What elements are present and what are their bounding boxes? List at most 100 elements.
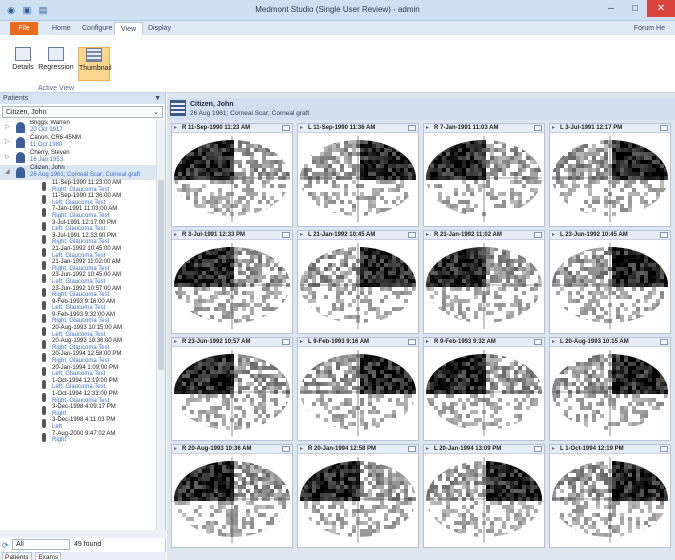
exam-row[interactable]: 3-Jul-1991 12:33:00 PM Right; Glaucoma Te… xyxy=(0,233,156,246)
thumbnail-header: R 3-Jul-1991 12:33 PM xyxy=(172,231,292,240)
expand-icon[interactable]: ▷ xyxy=(5,124,10,131)
thumbnail-options-icon[interactable] xyxy=(408,125,416,131)
patient-tree: ▷ Briggs, Warren 20 Oct 1917 ▷ Canon, CR6-45… xyxy=(0,120,156,530)
regression-button[interactable]: Regression xyxy=(38,47,74,81)
details-button[interactable]: Details xyxy=(8,47,38,81)
tab-home[interactable]: Home xyxy=(46,22,77,35)
exam-description: Left; Glaucoma Test xyxy=(52,371,106,378)
exam-icon xyxy=(42,366,46,376)
visual-field-thumbnail[interactable]: R 20-Aug-1993 10:36 AM xyxy=(171,444,293,548)
tab-exams[interactable]: Exams xyxy=(35,552,62,560)
tab-configure[interactable]: Configure xyxy=(76,22,118,35)
tab-view[interactable]: View xyxy=(114,22,144,35)
forum-link[interactable]: Forum He xyxy=(628,22,671,35)
exam-row[interactable]: 20-Aug-1993 10:36:00 AM Right; Glaucoma T… xyxy=(0,338,156,351)
thumbnail-options-icon[interactable] xyxy=(282,125,290,131)
visual-field-plot xyxy=(552,457,668,543)
exam-row[interactable]: 1-Oct-1994 12:33:00 PM Right; Glaucoma Te… xyxy=(0,391,156,404)
thumbnail-options-icon[interactable] xyxy=(660,125,668,131)
patient-search-select[interactable]: Citizen, John ⌄ xyxy=(2,106,163,118)
maximize-button[interactable]: □ xyxy=(623,0,647,17)
exam-row[interactable]: 20-Aug-1993 10:15:00 AM Left; Glaucoma Te… xyxy=(0,325,156,338)
visual-field-thumbnail[interactable]: R 20-Jan-1994 12:58 PM xyxy=(297,444,419,548)
thumbnail-button[interactable]: Thumbnail xyxy=(78,47,112,81)
patient-row[interactable]: ▷ Cherry, Steven 16 Jan 1953 xyxy=(0,150,156,165)
thumbnail-options-icon[interactable] xyxy=(534,339,542,345)
visual-field-thumbnail[interactable]: R 3-Jul-1991 12:33 PM xyxy=(171,230,293,334)
thumbnail-options-icon[interactable] xyxy=(660,232,668,238)
exam-row[interactable]: 21-Jan-1992 10:45:00 AM Left; Glaucoma Te… xyxy=(0,246,156,259)
exam-row[interactable]: 1-Oct-1994 12:19:00 PM Left; Glaucoma Tes… xyxy=(0,378,156,391)
filter-select[interactable]: All xyxy=(12,539,70,550)
thumbnail-label: R 20-Aug-1993 10:36 AM xyxy=(182,446,252,452)
exam-row[interactable]: 21-Jan-1992 11:02:00 AM Right; Glaucoma T… xyxy=(0,259,156,272)
exam-row[interactable]: 23-Jun-1992 10:45:00 AM Left; Glaucoma Te… xyxy=(0,272,156,285)
thumbnail-options-icon[interactable] xyxy=(282,339,290,345)
visual-field-thumbnail[interactable]: R 7-Jan-1991 11:03 AM xyxy=(423,123,545,227)
thumbnail-options-icon[interactable] xyxy=(534,446,542,452)
thumbnail-options-icon[interactable] xyxy=(534,125,542,131)
exam-row[interactable]: 3-Jul-1991 12:17:00 PM Left; Glaucoma Tes… xyxy=(0,220,156,233)
visual-field-plot xyxy=(426,457,542,543)
pin-icon[interactable]: ▼ xyxy=(154,93,161,104)
exam-row[interactable]: 7-Jan-1991 11:03:00 AM Right; Glaucoma Te… xyxy=(0,206,156,219)
visual-field-thumbnail[interactable]: L 3-Jul-1991 12:17 PM xyxy=(549,123,671,227)
thumbnail-options-icon[interactable] xyxy=(282,232,290,238)
exam-datetime: 9-Feb-1993 9:32:00 AM xyxy=(52,311,116,318)
exam-row[interactable]: 7-Aug-2000 9:47:02 AM Right xyxy=(0,431,156,444)
thumbnail-options-icon[interactable] xyxy=(660,446,668,452)
thumbnail-options-icon[interactable] xyxy=(408,232,416,238)
patient-tree-scrollbar[interactable] xyxy=(156,120,165,530)
visual-field-thumbnail[interactable]: L 23-Jun-1992 10:45 AM xyxy=(549,230,671,334)
exam-row[interactable]: 20-Jan-1994 1:09:00 PM Left; Glaucoma Tes… xyxy=(0,365,156,378)
exam-row[interactable]: 11-Sep-1990 11:23:00 AM Right; Glaucoma T… xyxy=(0,180,156,193)
visual-field-thumbnail[interactable]: R 11-Sep-1990 11:23 AM xyxy=(171,123,293,227)
visual-field-thumbnail[interactable]: L 20-Aug-1993 10:15 AM xyxy=(549,337,671,441)
exam-row[interactable]: 11-Sep-1990 11:36:00 AM Left; Glaucoma Te… xyxy=(0,193,156,206)
visual-field-plot xyxy=(174,136,290,222)
refresh-icon[interactable]: ⟳ xyxy=(2,540,9,552)
expand-icon[interactable]: ▷ xyxy=(5,139,10,146)
thumbnail-options-icon[interactable] xyxy=(408,339,416,345)
close-button[interactable]: ✕ xyxy=(647,0,675,17)
patient-row[interactable]: ◢ Citizen, John 26 Aug 1961; Corneal Scar;… xyxy=(0,165,156,180)
visual-field-thumbnail[interactable]: R 21-Jan-1992 11:02 AM xyxy=(423,230,545,334)
visual-field-plot xyxy=(552,136,668,222)
exam-description: Left; Glaucoma Test xyxy=(52,199,106,206)
thumbnail-options-icon[interactable] xyxy=(282,446,290,452)
patient-row[interactable]: ▷ Canon, CR6-45NM 11 Oct 1980 xyxy=(0,135,156,150)
exam-row[interactable]: 9-Feb-1993 9:16:00 AM Left; Glaucoma Test xyxy=(0,299,156,312)
visual-field-plot xyxy=(174,243,290,329)
exam-row[interactable]: 23-Jun-1992 10:57:00 AM Right; Glaucoma T… xyxy=(0,286,156,299)
exam-row[interactable]: 3-Dec-1998 4:11:03 PM Left xyxy=(0,417,156,430)
exam-datetime: 21-Jan-1992 10:45:00 AM xyxy=(52,245,122,252)
visual-field-thumbnail[interactable]: L 11-Sep-1990 11:36 AM xyxy=(297,123,419,227)
collapse-icon[interactable]: ◢ xyxy=(5,169,10,176)
tab-display[interactable]: Display xyxy=(142,22,177,35)
thumbnail-options-icon[interactable] xyxy=(660,339,668,345)
tab-file[interactable]: File xyxy=(10,22,38,35)
exam-row[interactable]: 3-Dec-1998 4:09:17 PM Right xyxy=(0,404,156,417)
exam-description: Right; Glaucoma Test xyxy=(52,397,110,404)
horizontal-scrollbar[interactable] xyxy=(0,530,166,538)
exam-row[interactable]: 9-Feb-1993 9:32:00 AM Right; Glaucoma Tes… xyxy=(0,312,156,325)
scrollbar-thumb[interactable] xyxy=(158,180,164,370)
thumbnail-options-icon[interactable] xyxy=(408,446,416,452)
tab-patients[interactable]: Patients xyxy=(2,552,32,560)
patient-row[interactable]: ▷ Briggs, Warren 20 Oct 1917 xyxy=(0,120,156,135)
chevron-down-icon[interactable]: ⌄ xyxy=(153,107,159,118)
patients-panel-title: Patients xyxy=(3,95,29,102)
visual-field-thumbnail[interactable]: R 9-Feb-1993 9:32 AM xyxy=(423,337,545,441)
thumbnail-options-icon[interactable] xyxy=(534,232,542,238)
visual-field-thumbnail[interactable]: L 9-Feb-1993 9:16 AM xyxy=(297,337,419,441)
visual-field-thumbnail[interactable]: R 23-Jun-1992 10:57 AM xyxy=(171,337,293,441)
filter-select-value: All xyxy=(16,541,24,548)
thumbnail-header: R 23-Jun-1992 10:57 AM xyxy=(172,338,292,347)
expand-icon[interactable]: ▷ xyxy=(5,154,10,161)
patient-details: 26 Aug 1961; Corneal Scar; Corneal graft xyxy=(190,110,310,117)
visual-field-thumbnail[interactable]: L 21-Jan-1992 10:45 AM xyxy=(297,230,419,334)
minimize-button[interactable]: – xyxy=(599,0,623,17)
visual-field-thumbnail[interactable]: L 20-Jan-1994 13:09 PM xyxy=(423,444,545,548)
visual-field-thumbnail[interactable]: L 1-Oct-1994 12:19 PM xyxy=(549,444,671,548)
exam-row[interactable]: 20-Jan-1994 12:58:00 PM Right; Glaucoma T… xyxy=(0,351,156,364)
